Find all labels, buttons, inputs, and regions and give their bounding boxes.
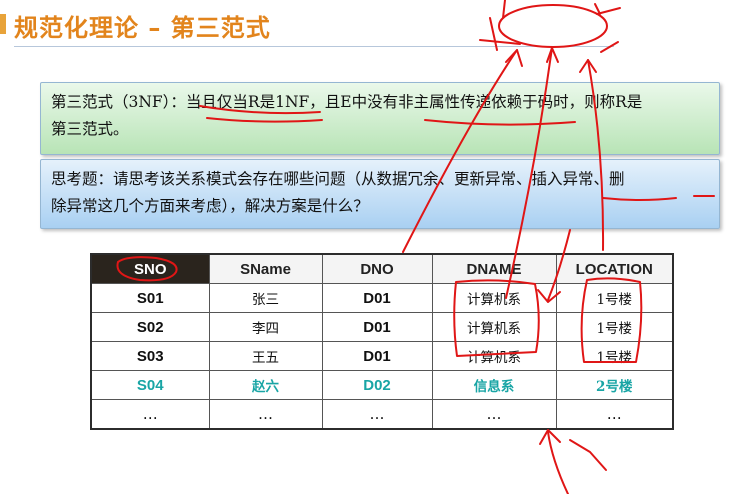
- cell-dname: 计算机系: [431, 283, 557, 313]
- cell-sno: S02: [90, 312, 210, 342]
- question-box: 思考题：请思考该关系模式会存在哪些问题（从数据冗余、更新异常、插入异常、删 除异…: [40, 159, 720, 229]
- col-header-dname: DNAME: [431, 253, 557, 284]
- cell-sname: 李四: [208, 312, 323, 342]
- cell-location: 1号楼: [555, 341, 674, 371]
- cell-ellipsis: …: [321, 399, 433, 430]
- cell-sname: 王五: [208, 341, 323, 371]
- ink-arrow-bottom: [547, 431, 569, 494]
- cell-dname: 计算机系: [431, 312, 557, 342]
- cell-dname: 信息系: [431, 370, 557, 400]
- cell-dno: D02: [321, 370, 433, 400]
- cell-sname: 张三: [208, 283, 323, 313]
- ink-arrowhead-2: [546, 47, 559, 63]
- relation-table: SNO SName DNO DNAME LOCATION S01 张三 D01 …: [90, 253, 674, 430]
- cell-location: 2号楼: [555, 370, 674, 400]
- ink-arrowhead-1: [505, 49, 523, 67]
- col-header-sno: SNO: [90, 253, 210, 284]
- question-line-2: 除异常这几个方面来考虑），解决方案是什么？: [51, 197, 369, 215]
- cell-sno: S03: [90, 341, 210, 371]
- table-header-row: SNO SName DNO DNAME LOCATION: [90, 253, 674, 284]
- cell-ellipsis: …: [208, 399, 323, 430]
- definition-line-1: 第三范式（3NF）：当且仅当R是1NF，且E中没有非主属性传递依赖于码时，则称R…: [51, 93, 643, 111]
- title-divider: [14, 46, 614, 47]
- cell-location: 1号楼: [555, 312, 674, 342]
- ink-bottom-stroke: [569, 439, 607, 471]
- ink-top-left-strokes: [479, 0, 521, 51]
- cell-location: 1号楼: [555, 283, 674, 313]
- ink-arrowhead-3: [579, 59, 597, 73]
- cell-dno: D01: [321, 341, 433, 371]
- question-line-1: 思考题：请思考该关系模式会存在哪些问题（从数据冗余、更新异常、插入异常、删: [51, 170, 625, 188]
- title-bullet: [0, 14, 6, 34]
- col-header-sname: SName: [208, 253, 323, 284]
- ink-arrowhead-5: [539, 429, 561, 445]
- ink-top-right-strokes: [594, 3, 621, 53]
- table-row: S03 王五 D01 计算机系 1号楼: [90, 341, 674, 371]
- cell-sname: 赵六: [208, 370, 323, 400]
- ink-top-ellipse: [498, 4, 608, 48]
- col-header-location: LOCATION: [555, 253, 674, 284]
- table-row: S01 张三 D01 计算机系 1号楼: [90, 283, 674, 313]
- cell-dno: D01: [321, 312, 433, 342]
- cell-sno: S04: [90, 370, 210, 400]
- table-row-highlighted: S04 赵六 D02 信息系 2号楼: [90, 370, 674, 400]
- col-header-dno: DNO: [321, 253, 433, 284]
- cell-dname: 计算机系: [431, 341, 557, 371]
- definition-box: 第三范式（3NF）：当且仅当R是1NF，且E中没有非主属性传递依赖于码时，则称R…: [40, 82, 720, 155]
- cell-ellipsis: …: [90, 399, 210, 430]
- cell-ellipsis: …: [555, 399, 674, 430]
- cell-dno: D01: [321, 283, 433, 313]
- definition-line-2: 第三范式。: [51, 120, 129, 138]
- cell-sno: S01: [90, 283, 210, 313]
- page-title: 规范化理论 – 第三范式: [14, 14, 271, 42]
- table-row: … … … … …: [90, 399, 674, 430]
- cell-ellipsis: …: [431, 399, 557, 430]
- table-row: S02 李四 D01 计算机系 1号楼: [90, 312, 674, 342]
